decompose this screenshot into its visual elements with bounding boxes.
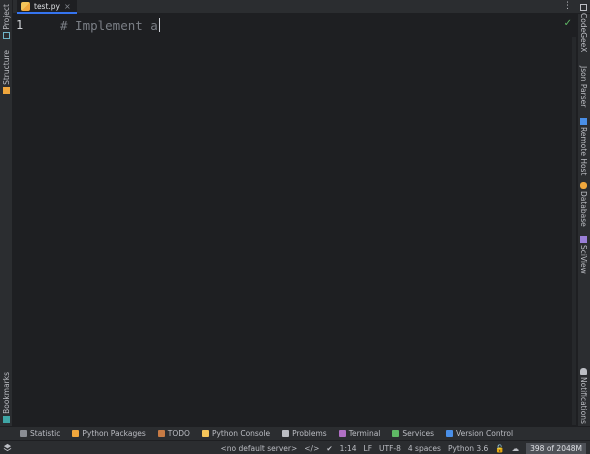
cloud-icon[interactable]: ☁ (512, 444, 520, 453)
tool-window-label: Python Console (211, 429, 271, 438)
notifications-tool-button[interactable]: Notifications (577, 368, 590, 424)
json-parser-label: Json Parser (579, 66, 588, 108)
remote-host-icon (580, 118, 587, 125)
tool-window-label: Python Packages (82, 429, 146, 438)
layers-icon[interactable] (3, 443, 12, 452)
sciview-icon (580, 236, 587, 243)
codegeex-icon (580, 4, 587, 11)
structure-tool-button[interactable]: Structure (0, 50, 13, 94)
tool-windows-bar: Statistic Python Packages TODO Python Conso… (0, 426, 590, 440)
tool-window-label: Problems (292, 429, 327, 438)
project-tool-button[interactable]: Project (0, 4, 13, 39)
tool-window-version-control[interactable]: Version Control (446, 429, 513, 438)
database-tool-button[interactable]: Database (577, 182, 590, 227)
tool-window-problems[interactable]: Problems (282, 429, 327, 438)
database-label: Database (579, 191, 588, 227)
statistic-icon (20, 430, 27, 437)
sciview-tool-button[interactable]: SciView (577, 236, 590, 274)
editor-tab-bar: test.py × ⋮ (13, 0, 590, 14)
project-label: Project (2, 4, 11, 30)
tool-window-terminal[interactable]: Terminal (338, 429, 381, 438)
tab-test-py[interactable]: test.py × (17, 0, 77, 14)
left-tool-strip: Project Structure Bookmarks (0, 0, 13, 426)
bookmark-icon (3, 415, 10, 423)
python-interpreter[interactable]: Python 3.6 (448, 444, 488, 453)
codegeex-tool-button[interactable]: CodeGeeX (577, 4, 590, 52)
lock-icon[interactable]: 🔓 (495, 444, 504, 453)
bookmarks-label: Bookmarks (2, 372, 11, 414)
python-file-icon (21, 1, 30, 11)
text-caret (158, 18, 160, 32)
file-encoding[interactable]: UTF-8 (379, 444, 401, 453)
tool-window-python-console[interactable]: Python Console (201, 429, 271, 438)
notifications-label: Notifications (579, 377, 588, 424)
bookmarks-tool-button[interactable]: Bookmarks (0, 372, 13, 423)
line-separator[interactable]: LF (364, 444, 373, 453)
tool-window-statistic[interactable]: Statistic (20, 429, 60, 438)
version-control-icon (446, 430, 454, 437)
tool-window-label: TODO (167, 429, 190, 438)
line-gutter: 1 (14, 15, 54, 426)
services-icon (392, 430, 400, 437)
folder-icon (3, 31, 10, 39)
tool-window-todo[interactable]: TODO (157, 429, 190, 438)
codegeex-status-icon[interactable]: ✔ (326, 444, 332, 453)
json-parser-tool-button[interactable]: Json Parser (577, 66, 590, 107)
tool-window-label: Statistic (30, 429, 61, 438)
check-icon[interactable]: ✓ (564, 18, 572, 29)
tool-window-label: Version Control (456, 429, 514, 438)
codegeex-label: CodeGeeX (579, 13, 588, 53)
code-comment: # Implement a (60, 18, 158, 33)
database-icon (580, 182, 587, 189)
tool-window-label: Terminal (348, 429, 381, 438)
python-console-icon (201, 430, 209, 437)
caret-position[interactable]: 1:14 (340, 444, 357, 453)
bell-icon (580, 368, 587, 375)
tab-label: test.py (34, 1, 60, 11)
code-line[interactable]: # Implement a (60, 18, 160, 33)
memory-indicator[interactable]: 398 of 2048M (526, 442, 586, 454)
todo-icon (157, 430, 165, 437)
status-bar: <no default server> </> ✔ 1:14 LF UTF-8 … (0, 440, 590, 454)
close-icon[interactable]: × (64, 2, 71, 11)
python-packages-icon (72, 430, 80, 437)
line-number: 1 (16, 18, 24, 32)
remote-host-label: Remote Host (579, 127, 588, 176)
terminal-icon (338, 430, 346, 437)
sciview-label: SciView (579, 245, 588, 274)
more-options-icon[interactable]: ⋮ (563, 1, 572, 11)
tool-window-services[interactable]: Services (392, 429, 434, 438)
problems-icon (282, 430, 290, 437)
structure-icon (3, 86, 10, 94)
right-tool-strip: CodeGeeX Json Parser Remote Host Databas… (577, 4, 590, 426)
vertical-scrollbar[interactable] (572, 37, 576, 425)
tool-window-python-packages[interactable]: Python Packages (72, 429, 146, 438)
tool-window-label: Services (402, 429, 435, 438)
remote-host-tool-button[interactable]: Remote Host (577, 118, 590, 175)
structure-label: Structure (2, 50, 11, 85)
indent-setting[interactable]: 4 spaces (408, 444, 441, 453)
server-status[interactable]: <no default server> (220, 444, 297, 453)
code-icon[interactable]: </> (304, 444, 319, 453)
code-editor[interactable]: 1 # Implement a ✓ (14, 15, 576, 426)
